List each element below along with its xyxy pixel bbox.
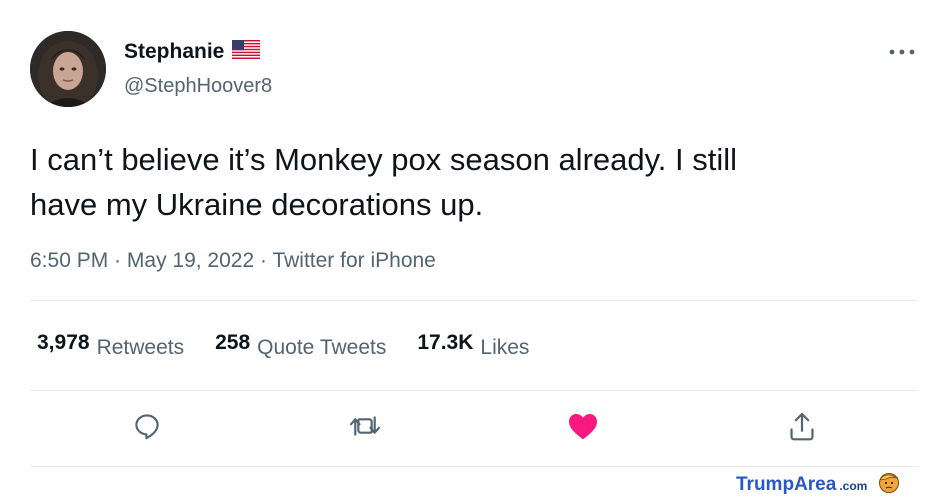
quote-tweets-stat[interactable]: 258 Quote Tweets [215, 331, 386, 359]
watermark: Trump Area .com [736, 470, 901, 500]
retweets-stat[interactable]: 3,978 Retweets [37, 331, 184, 359]
quote-tweets-label: Quote Tweets [257, 336, 387, 359]
tweet-time[interactable]: 6:50 PM [30, 249, 108, 272]
retweets-label: Retweets [96, 336, 185, 359]
watermark-trump: Trump [736, 474, 795, 495]
divider [30, 390, 918, 391]
author-row: Stephanie [124, 39, 261, 64]
reply-icon[interactable] [132, 411, 162, 446]
retweets-count: 3,978 [37, 331, 90, 354]
author-handle[interactable]: @StephHoover8 [124, 75, 272, 98]
share-icon[interactable] [787, 411, 817, 448]
like-icon[interactable] [567, 411, 599, 446]
tweet-date[interactable]: May 19, 2022 [127, 249, 254, 272]
tweet-stats: 3,978 Retweets 258 Quote Tweets 17.3K Li… [37, 331, 560, 359]
tweet-text-line: have my Ukraine decorations up. [30, 187, 484, 222]
divider [30, 300, 918, 301]
watermark-area: Area [794, 474, 837, 495]
more-options-icon[interactable] [888, 44, 916, 62]
tweet-text: I can’t believe it’s Monkey pox season a… [30, 137, 910, 227]
tweet-text-line: I can’t believe it’s Monkey pox season a… [30, 142, 738, 177]
meta-separator: · [254, 249, 273, 272]
tweet-meta: 6:50 PM · May 19, 2022 · Twitter for iPh… [30, 249, 436, 273]
us-flag-icon [232, 39, 261, 64]
likes-stat[interactable]: 17.3K Likes [417, 331, 529, 359]
likes-count: 17.3K [417, 331, 474, 354]
retweet-icon[interactable] [348, 411, 382, 446]
author-name[interactable]: Stephanie [124, 40, 224, 64]
meta-separator: · [108, 249, 127, 272]
tweet-card: Stephanie @StephHoover8 I can’t believe … [0, 0, 940, 495]
tweet-source[interactable]: Twitter for iPhone [272, 249, 435, 272]
quote-tweets-count: 258 [215, 331, 251, 354]
watermark-com: .com [839, 479, 868, 493]
avatar[interactable] [30, 31, 106, 107]
trump-face-icon [877, 470, 901, 500]
divider [30, 466, 918, 467]
likes-label: Likes [480, 336, 530, 359]
